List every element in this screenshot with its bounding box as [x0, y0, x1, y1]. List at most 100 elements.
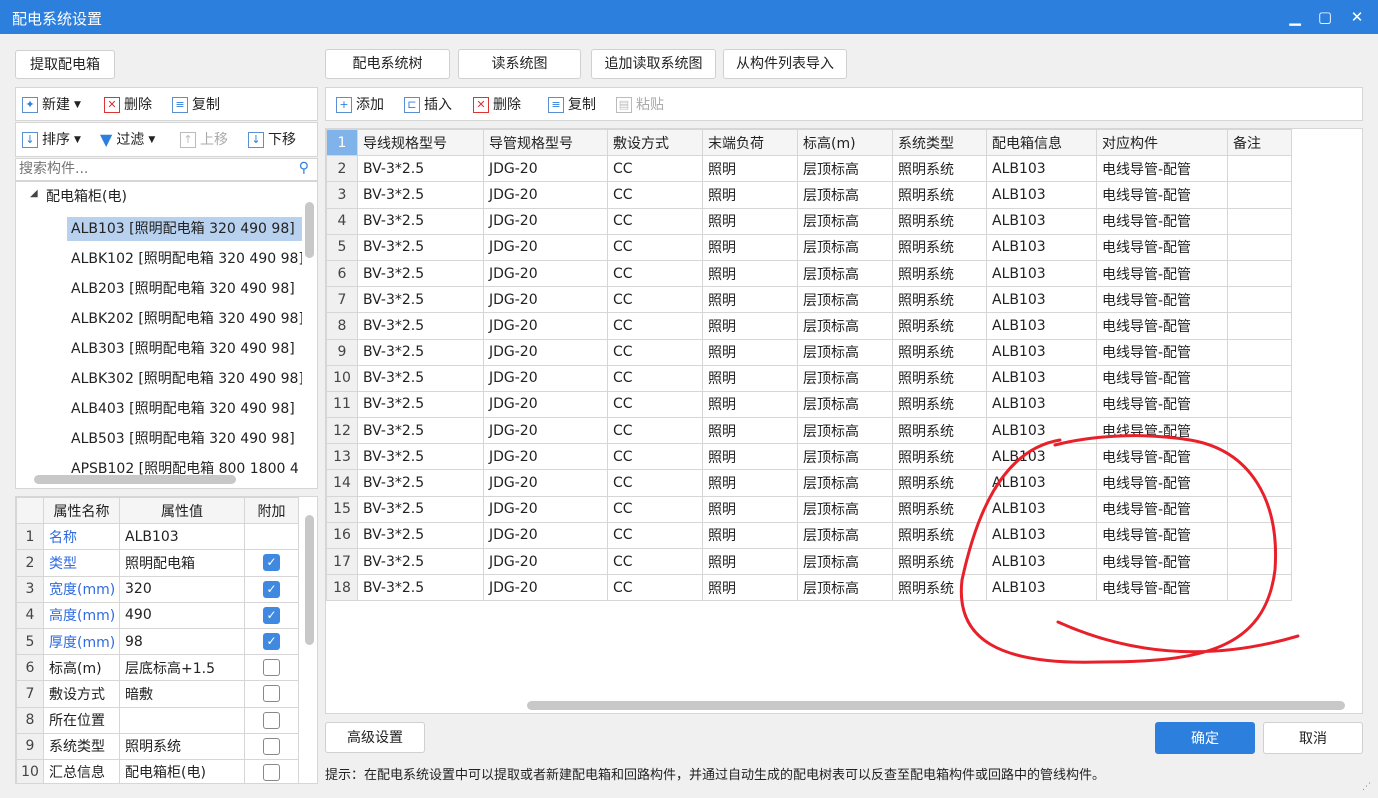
row-number[interactable]: 14 — [326, 469, 358, 497]
grid-cell[interactable]: 层顶标高 — [797, 338, 893, 366]
column-header[interactable]: 对应构件 — [1096, 129, 1228, 157]
filter-button[interactable]: ▼ 过滤 ▼ — [100, 129, 155, 151]
grid-cell[interactable]: BV-3*2.5 — [357, 181, 484, 209]
minimize-button[interactable]: ▁ — [1284, 6, 1306, 28]
grid-cell[interactable]: 照明系统 — [892, 574, 987, 602]
property-row[interactable]: 9 系统类型 照明系统 — [16, 732, 299, 760]
grid-cell[interactable]: BV-3*2.5 — [357, 364, 484, 392]
grid-cell[interactable]: 层顶标高 — [797, 574, 893, 602]
row-number[interactable]: 10 — [326, 364, 358, 392]
tree-horizontal-scrollbar[interactable] — [34, 475, 236, 484]
grid-cell[interactable]: 照明系统 — [892, 259, 987, 288]
column-header[interactable]: 系统类型 — [892, 129, 987, 157]
grid-cell[interactable]: 照明 — [702, 207, 798, 235]
grid-cell[interactable]: 照明系统 — [892, 495, 987, 523]
property-row[interactable]: 1 名称 ALB103 — [16, 523, 299, 551]
grid-cell[interactable]: 照明 — [702, 259, 798, 288]
delete-row-button[interactable]: ✕ 删除 — [473, 94, 521, 116]
row-number[interactable]: 4 — [326, 207, 358, 235]
grid-cell[interactable]: 照明 — [702, 390, 798, 419]
grid-cell[interactable]: BV-3*2.5 — [357, 390, 484, 419]
grid-cell[interactable]: BV-3*2.5 — [357, 574, 484, 602]
property-row[interactable]: 3 宽度(mm) 320 ✓ — [16, 575, 299, 603]
grid-cell[interactable]: 照明系统 — [892, 443, 987, 471]
grid-cell[interactable]: CC — [607, 233, 703, 261]
grid-cell[interactable]: 层顶标高 — [797, 155, 893, 183]
extract-distribution-box-button[interactable]: 提取配电箱 — [15, 50, 115, 79]
property-row[interactable]: 2 类型 照明配电箱 ✓ — [16, 549, 299, 577]
attach-checkbox[interactable] — [263, 659, 280, 677]
table-row[interactable]: 12 BV-3*2.5 JDG-20 CC 照明 层顶标高 照明系统 ALB103 电线导管-配… — [326, 417, 1292, 445]
grid-cell[interactable]: ALB103 — [986, 547, 1097, 576]
grid-cell[interactable]: 照明 — [702, 574, 798, 602]
attach-checkbox[interactable] — [263, 737, 280, 755]
grid-cell[interactable]: 照明 — [702, 469, 798, 497]
column-header[interactable]: 末端负荷 — [702, 129, 798, 157]
grid-cell[interactable]: ALB103 — [986, 495, 1097, 523]
grid-cell[interactable]: 照明系统 — [892, 547, 987, 576]
grid-cell[interactable]: CC — [607, 390, 703, 419]
tree-root[interactable]: 配电箱柜(电) — [46, 186, 127, 206]
grid-cell[interactable]: 电线导管-配管 — [1096, 286, 1228, 314]
tree-item[interactable]: ALB303 [照明配电箱 320 490 98] — [67, 337, 302, 361]
grid-horizontal-scrollbar[interactable] — [527, 701, 1345, 710]
grid-cell[interactable]: ALB103 — [986, 364, 1097, 392]
property-value[interactable]: 照明系统 — [119, 732, 245, 760]
grid-cell[interactable]: 电线导管-配管 — [1096, 155, 1228, 183]
copy-row-button[interactable]: ≡ 复制 — [548, 94, 596, 116]
grid-cell[interactable] — [1227, 364, 1292, 392]
grid-cell[interactable]: 照明系统 — [892, 521, 987, 550]
grid-cell[interactable]: CC — [607, 417, 703, 445]
grid-cell[interactable]: BV-3*2.5 — [357, 469, 484, 497]
grid-cell[interactable]: 电线导管-配管 — [1096, 495, 1228, 523]
table-row[interactable]: 14 BV-3*2.5 JDG-20 CC 照明 层顶标高 照明系统 ALB103 电线导管-配… — [326, 469, 1292, 497]
table-row[interactable]: 4 BV-3*2.5 JDG-20 CC 照明 层顶标高 照明系统 ALB103 电线导管-配管 — [326, 207, 1292, 235]
grid-cell[interactable]: 照明系统 — [892, 181, 987, 209]
grid-cell[interactable]: 层顶标高 — [797, 521, 893, 550]
grid-cell[interactable]: JDG-20 — [483, 233, 608, 261]
grid-cell[interactable]: 层顶标高 — [797, 181, 893, 209]
grid-cell[interactable] — [1227, 521, 1292, 550]
paste-button[interactable]: ▤ 粘贴 — [616, 94, 664, 116]
grid-cell[interactable]: 层顶标高 — [797, 443, 893, 471]
row-number[interactable]: 9 — [326, 338, 358, 366]
grid-cell[interactable]: 照明系统 — [892, 312, 987, 340]
grid-cell[interactable]: BV-3*2.5 — [357, 495, 484, 523]
grid-cell[interactable]: 照明 — [702, 547, 798, 576]
table-row[interactable]: 2 BV-3*2.5 JDG-20 CC 照明 层顶标高 照明系统 ALB103 电线导管-配管 — [326, 155, 1292, 183]
grid-cell[interactable]: 层顶标高 — [797, 417, 893, 445]
table-row[interactable]: 3 BV-3*2.5 JDG-20 CC 照明 层顶标高 照明系统 ALB103 电线导管-配管 — [326, 181, 1292, 209]
column-header[interactable]: 敷设方式 — [607, 129, 703, 157]
grid-cell[interactable]: BV-3*2.5 — [357, 312, 484, 340]
grid-cell[interactable]: BV-3*2.5 — [357, 233, 484, 261]
delete-button[interactable]: ✕ 删除 — [104, 94, 152, 116]
grid-cell[interactable]: JDG-20 — [483, 338, 608, 366]
grid-cell[interactable]: 照明系统 — [892, 390, 987, 419]
grid-cell[interactable]: 层顶标高 — [797, 547, 893, 576]
table-row[interactable]: 16 BV-3*2.5 JDG-20 CC 照明 层顶标高 照明系统 ALB103 电线导管-配… — [326, 521, 1292, 550]
tree-item[interactable]: ALB203 [照明配电箱 320 490 98] — [67, 277, 302, 301]
toolbar-button-3[interactable]: 从构件列表导入 — [723, 49, 847, 79]
grid-cell[interactable]: 层顶标高 — [797, 312, 893, 340]
grid-cell[interactable]: JDG-20 — [483, 417, 608, 445]
grid-cell[interactable] — [1227, 155, 1292, 183]
grid-cell[interactable] — [1227, 390, 1292, 419]
grid-cell[interactable]: ALB103 — [986, 574, 1097, 602]
grid-cell[interactable]: ALB103 — [986, 207, 1097, 235]
new-button[interactable]: ✦ 新建 ▼ — [22, 94, 81, 116]
grid-cell[interactable]: 电线导管-配管 — [1096, 207, 1228, 235]
property-value[interactable]: 490 — [119, 601, 245, 629]
tree-item[interactable]: ALBK202 [照明配电箱 320 490 98] — [67, 307, 302, 331]
grid-cell[interactable]: CC — [607, 312, 703, 340]
grid-cell[interactable]: 照明 — [702, 181, 798, 209]
grid-cell[interactable]: 电线导管-配管 — [1096, 181, 1228, 209]
grid-cell[interactable]: 电线导管-配管 — [1096, 469, 1228, 497]
grid-cell[interactable] — [1227, 495, 1292, 523]
attach-checkbox[interactable] — [263, 711, 280, 729]
grid-cell[interactable]: 照明系统 — [892, 233, 987, 261]
toolbar-button-0[interactable]: 配电系统树 — [325, 49, 450, 79]
table-row[interactable]: 15 BV-3*2.5 JDG-20 CC 照明 层顶标高 照明系统 ALB103 电线导管-配… — [326, 495, 1292, 523]
table-row[interactable]: 6 BV-3*2.5 JDG-20 CC 照明 层顶标高 照明系统 ALB103 电线导管-配管 — [326, 259, 1292, 288]
column-header[interactable]: 备注 — [1227, 129, 1292, 157]
resize-grip-icon[interactable]: ⋰ — [1362, 782, 1371, 792]
